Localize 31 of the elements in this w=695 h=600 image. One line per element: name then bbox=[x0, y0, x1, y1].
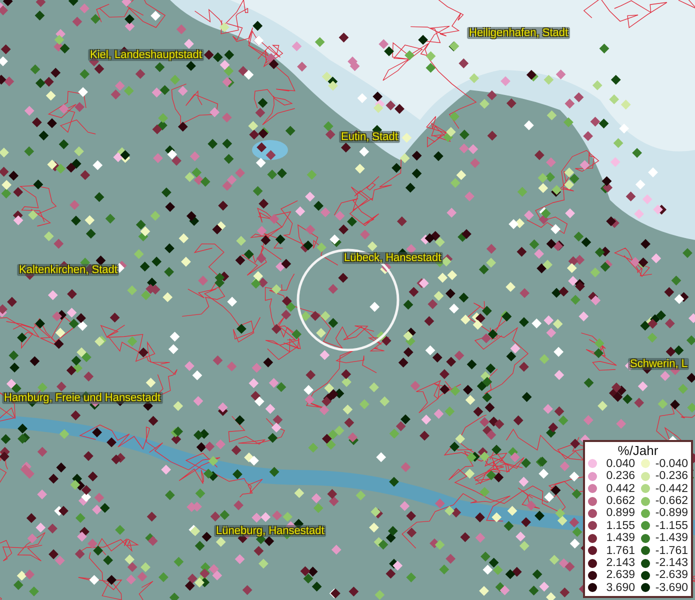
place-label: Kiel, Landeshauptstadt bbox=[88, 49, 204, 61]
legend-value: -1.155 bbox=[654, 520, 688, 532]
legend-value: 2.639 bbox=[605, 569, 635, 582]
legend-value: -0.442 bbox=[654, 482, 688, 495]
legend-value: 2.143 bbox=[605, 557, 635, 570]
legend-value: -2.143 bbox=[654, 557, 688, 570]
legend-value: 1.439 bbox=[605, 532, 635, 544]
legend-value: -3.690 bbox=[654, 582, 688, 594]
legend-value: 0.236 bbox=[605, 470, 635, 482]
legend-value: 0.040 bbox=[605, 458, 635, 470]
place-label: Kaltenkirchen, Stadt bbox=[17, 264, 120, 276]
legend-value: 0.662 bbox=[605, 495, 635, 508]
legend-value: -2.639 bbox=[654, 569, 688, 582]
place-label: Lüneburg, Hansestadt bbox=[214, 525, 326, 537]
legend-value: 3.690 bbox=[605, 582, 635, 594]
place-label: Schwerin, L bbox=[628, 358, 690, 370]
place-label: Hamburg, Freie und Hansestadt bbox=[2, 392, 163, 404]
place-label: Eutin, Stadt bbox=[339, 131, 400, 143]
legend-value: -1.761 bbox=[654, 544, 688, 557]
place-label: Heiligenhafen, Stadt bbox=[467, 27, 570, 39]
legend-value: 0.442 bbox=[605, 482, 635, 495]
legend-value: -0.899 bbox=[654, 507, 688, 520]
legend-value: -0.040 bbox=[654, 458, 688, 470]
place-label: Lübeck, Hansestadt bbox=[342, 252, 444, 264]
legend-value: -1.439 bbox=[654, 532, 688, 544]
legend-value: -0.236 bbox=[654, 470, 688, 482]
legend-value: 1.761 bbox=[605, 544, 635, 557]
legend-value: -0.662 bbox=[654, 495, 688, 508]
legend-title: %/Jahr bbox=[616, 442, 660, 458]
legend-value: 0.899 bbox=[605, 507, 635, 520]
legend-value: 1.155 bbox=[605, 520, 635, 532]
